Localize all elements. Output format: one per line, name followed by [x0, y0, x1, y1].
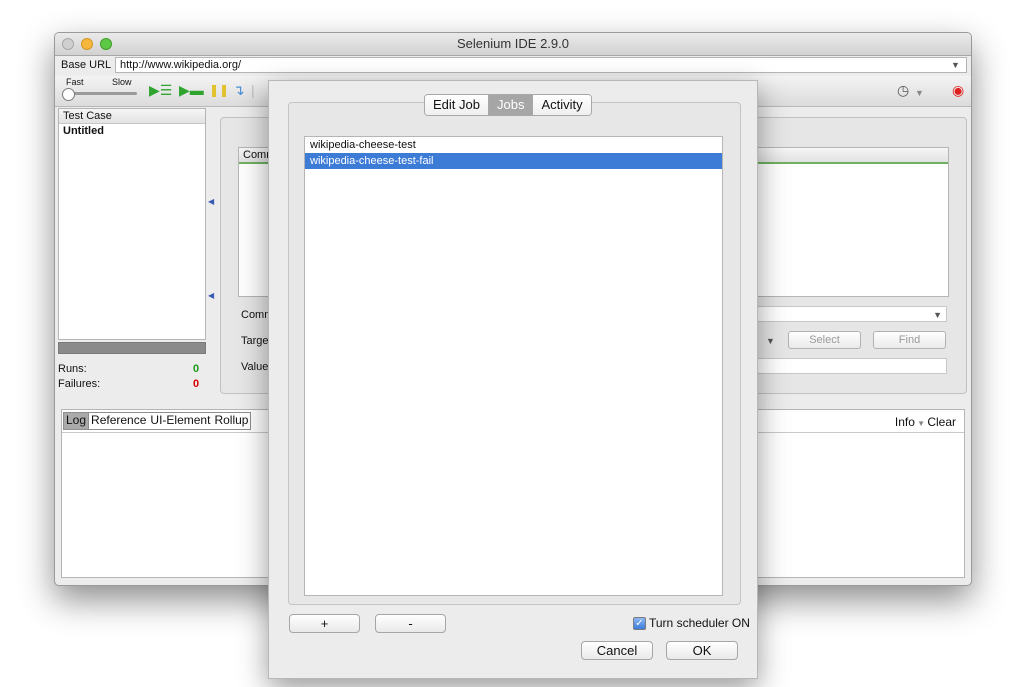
- tab-jobs[interactable]: Jobs: [488, 95, 534, 115]
- tab-reference[interactable]: Reference: [89, 413, 149, 429]
- zoom-window-button[interactable]: [100, 38, 112, 50]
- target-dropdown-icon[interactable]: ▼: [766, 336, 775, 346]
- value-field[interactable]: [755, 358, 947, 374]
- failures-value: 0: [193, 378, 200, 390]
- job-list-item[interactable]: wikipedia-cheese-test: [305, 137, 722, 153]
- base-url-input[interactable]: http://www.wikipedia.org/: [115, 57, 967, 73]
- failures-label: Failures:: [58, 378, 101, 390]
- speed-slider-handle[interactable]: [62, 88, 75, 101]
- runs-label: Runs:: [58, 363, 87, 375]
- cancel-button[interactable]: Cancel: [581, 641, 653, 660]
- test-case-item[interactable]: Untitled: [59, 124, 205, 138]
- info-dropdown-icon[interactable]: ▼: [915, 419, 927, 428]
- splitter-left-arrow-icon[interactable]: ◀: [208, 197, 214, 206]
- command-dropdown-icon[interactable]: ▼: [933, 310, 942, 320]
- tab-ui-element[interactable]: UI-Element: [148, 413, 213, 429]
- close-window-button[interactable]: [62, 38, 74, 50]
- play-current-icon[interactable]: ▶▬: [179, 82, 204, 98]
- job-list-item-selected[interactable]: wikipedia-cheese-test-fail: [305, 153, 722, 169]
- run-progress-bar: [58, 342, 206, 354]
- test-case-header: Test Case: [59, 109, 205, 124]
- log-controls: Info ▼ Clear: [895, 415, 956, 429]
- remove-job-button[interactable]: -: [375, 614, 446, 633]
- clear-log-button[interactable]: Clear: [927, 415, 956, 429]
- tab-edit-job[interactable]: Edit Job: [425, 95, 489, 115]
- info-menu[interactable]: Info: [895, 415, 915, 429]
- minimize-window-button[interactable]: [81, 38, 93, 50]
- scheduler-dropdown-icon[interactable]: ▼: [915, 85, 924, 101]
- add-job-button[interactable]: +: [289, 614, 360, 633]
- checkmark-icon[interactable]: ✓: [633, 616, 646, 630]
- scheduler-icon[interactable]: ◷: [897, 82, 909, 98]
- speed-slider-track[interactable]: [67, 92, 137, 95]
- log-tabs: Log Reference UI-Element Rollup: [63, 412, 252, 430]
- ok-button[interactable]: OK: [666, 641, 738, 660]
- value-label: Value: [241, 361, 269, 373]
- pause-icon[interactable]: ❚❚: [209, 82, 229, 98]
- scheduler-label: Turn scheduler ON: [649, 616, 750, 630]
- base-url-dropdown-icon[interactable]: ▼: [951, 60, 960, 70]
- test-case-list: Test Case Untitled: [58, 108, 206, 340]
- window-title: Selenium IDE 2.9.0: [456, 36, 569, 51]
- dialog-tabs: Edit Job Jobs Activity: [424, 94, 592, 116]
- step-icon[interactable]: ↴: [233, 82, 245, 98]
- base-url-label: Base URL: [61, 59, 112, 71]
- scheduler-toggle[interactable]: ✓ Turn scheduler ON: [633, 616, 750, 630]
- speed-slow-label: Slow: [112, 77, 132, 87]
- splitter-left-arrow-icon[interactable]: ◀: [208, 291, 214, 300]
- jobs-list[interactable]: wikipedia-cheese-test wikipedia-cheese-t…: [304, 136, 723, 596]
- toolbar-separator: |: [251, 82, 255, 98]
- command-field[interactable]: ▼: [755, 306, 947, 322]
- speed-fast-label: Fast: [66, 77, 84, 87]
- find-button[interactable]: Find: [873, 331, 946, 349]
- tab-rollup[interactable]: Rollup: [212, 413, 251, 429]
- target-label: Targe: [241, 335, 269, 347]
- play-all-icon[interactable]: ▶☰: [149, 82, 172, 98]
- base-url-row: Base URL http://www.wikipedia.org/ ▼: [55, 56, 971, 75]
- select-button[interactable]: Select: [788, 331, 861, 349]
- tab-activity[interactable]: Activity: [533, 95, 591, 115]
- record-icon[interactable]: ◉: [952, 82, 964, 98]
- tab-log[interactable]: Log: [64, 413, 90, 429]
- scheduler-dialog: Edit Job Jobs Activity wikipedia-cheese-…: [268, 80, 758, 679]
- title-bar: Selenium IDE 2.9.0: [55, 33, 971, 56]
- runs-value: 0: [193, 363, 200, 375]
